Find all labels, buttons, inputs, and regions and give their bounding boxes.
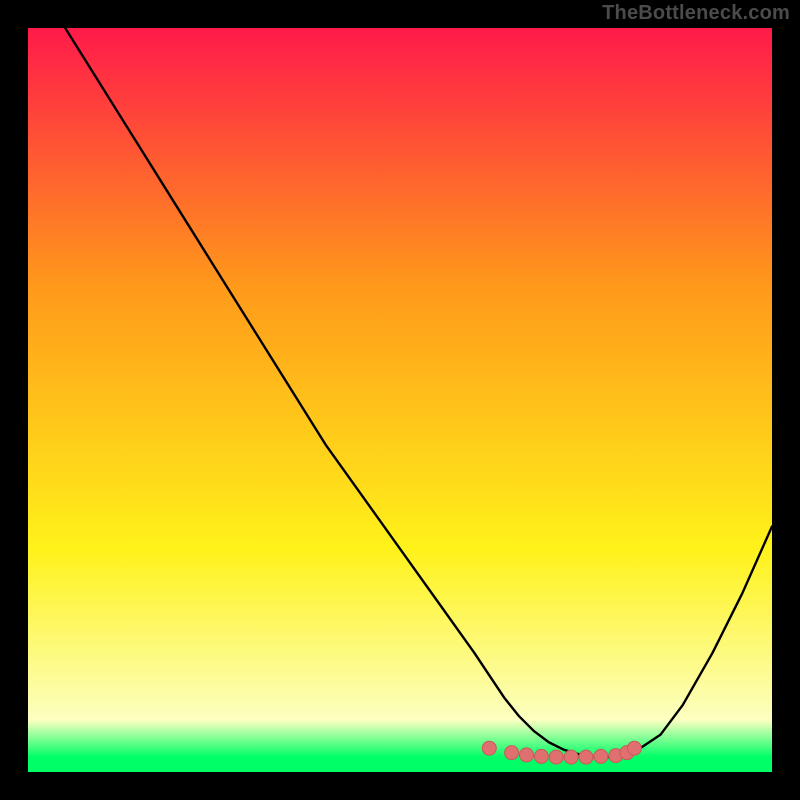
optimal-dot [594, 749, 608, 763]
watermark-label: TheBottleneck.com [602, 2, 790, 25]
optimal-dot [534, 749, 548, 763]
chart-frame: TheBottleneck.com [0, 0, 800, 800]
optimal-dot [482, 741, 496, 755]
optimal-dot [549, 750, 563, 764]
optimal-dot [564, 750, 578, 764]
optimal-dot [627, 741, 641, 755]
chart-svg [28, 28, 772, 772]
gradient-background [28, 28, 772, 772]
optimal-dot [519, 748, 533, 762]
plot-area [28, 28, 772, 772]
optimal-dot [579, 750, 593, 764]
optimal-dot [505, 746, 519, 760]
